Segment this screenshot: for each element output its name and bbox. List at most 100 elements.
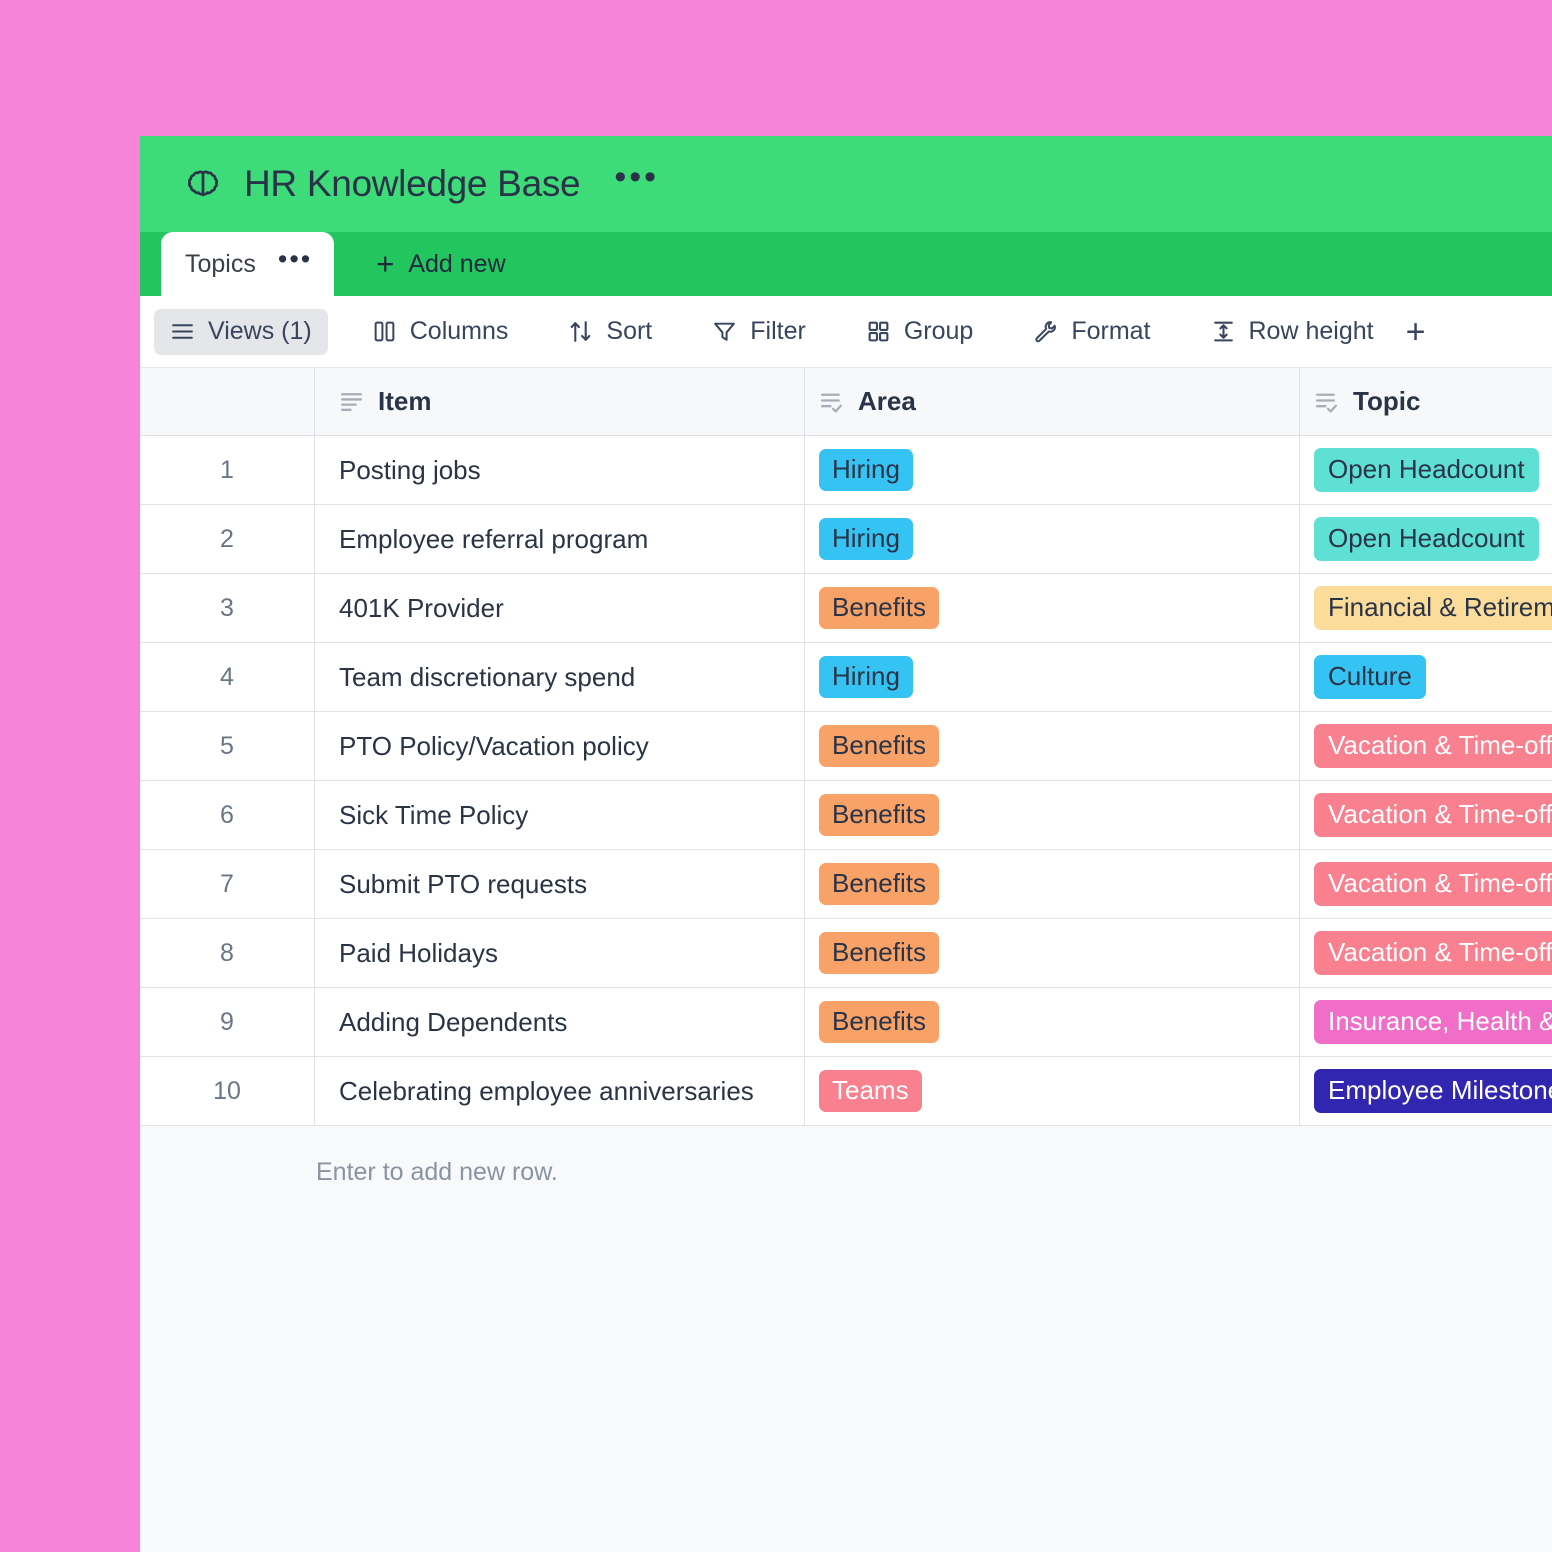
sort-arrows-icon <box>571 321 591 342</box>
cell-topic[interactable]: Employee Milestones <box>1300 1057 1552 1125</box>
table-row[interactable]: 3 401K Provider Benefits Financial & Retire… <box>140 574 1552 643</box>
brain-icon <box>187 170 219 197</box>
table-row[interactable]: 6 Sick Time Policy Benefits Vacation & Time… <box>140 781 1552 850</box>
table-row[interactable]: 5 PTO Policy/Vacation policy Benefits Vacat… <box>140 712 1552 781</box>
row-number: 1 <box>220 455 234 484</box>
app-window: HR Knowledge Base ••• Topics ••• + Add n… <box>140 136 1552 1552</box>
cell-area[interactable]: Benefits <box>805 919 1300 987</box>
tab-topics-more-icon[interactable]: ••• <box>278 246 312 274</box>
table-row[interactable]: 9 Adding Dependents Benefits Insurance, Hea… <box>140 988 1552 1057</box>
topic-tag: Open Headcount <box>1314 517 1539 561</box>
table-row[interactable]: 2 Employee referral program Hiring Open Hea… <box>140 505 1552 574</box>
cell-row-number: 5 <box>140 712 315 780</box>
toolbar-add-button[interactable]: + <box>1396 315 1436 349</box>
column-header-area[interactable]: Area <box>805 368 1300 435</box>
cell-row-number: 9 <box>140 988 315 1056</box>
cell-row-number: 8 <box>140 919 315 987</box>
select-list-icon <box>820 393 843 413</box>
cell-item[interactable]: Team discretionary spend <box>315 643 805 711</box>
cell-topic[interactable]: Vacation & Time-off <box>1300 781 1552 849</box>
cell-item[interactable]: Adding Dependents <box>315 988 805 1056</box>
cell-row-number: 3 <box>140 574 315 642</box>
area-tag: Benefits <box>819 932 939 974</box>
cell-item[interactable]: Sick Time Policy <box>315 781 805 849</box>
column-header-area-label: Area <box>858 386 916 416</box>
cell-item[interactable]: Submit PTO requests <box>315 850 805 918</box>
add-new-tab-button[interactable]: + Add new <box>334 232 529 296</box>
toolbar-views-label: Views (1) <box>208 317 312 345</box>
cell-area[interactable]: Benefits <box>805 712 1300 780</box>
cell-item[interactable]: Employee referral program <box>315 505 805 573</box>
item-text: Submit PTO requests <box>339 868 588 899</box>
table-row[interactable]: 7 Submit PTO requests Benefits Vacation & T… <box>140 850 1552 919</box>
row-number: 2 <box>220 524 234 553</box>
row-number: 4 <box>220 662 234 691</box>
topic-tag: Open Headcount <box>1314 448 1539 492</box>
cell-topic[interactable]: Culture <box>1300 643 1552 711</box>
cell-item[interactable]: Paid Holidays <box>315 919 805 987</box>
cell-topic[interactable]: Open Headcount <box>1300 436 1552 504</box>
topic-tag: Financial & Retirement <box>1314 586 1552 630</box>
add-new-row-hint[interactable]: Enter to add new row. <box>140 1126 1552 1218</box>
toolbar-columns-button[interactable]: Columns <box>356 309 525 355</box>
cell-area[interactable]: Teams <box>805 1057 1300 1125</box>
row-number: 10 <box>213 1076 241 1105</box>
tab-strip: Topics ••• + Add new <box>140 232 1552 296</box>
row-height-icon <box>1213 321 1233 342</box>
toolbar-views-button[interactable]: Views (1) <box>154 308 328 355</box>
toolbar-filter-button[interactable]: Filter <box>696 309 822 355</box>
toolbar-group-button[interactable]: Group <box>850 309 989 355</box>
area-tag: Teams <box>819 1070 922 1112</box>
cell-item[interactable]: 401K Provider <box>315 574 805 642</box>
cell-area[interactable]: Benefits <box>805 988 1300 1056</box>
topic-tag: Vacation & Time-off <box>1314 931 1552 975</box>
column-header-item-label: Item <box>378 386 432 416</box>
cell-area[interactable]: Hiring <box>805 643 1300 711</box>
column-header-item[interactable]: Item <box>315 368 805 435</box>
column-header-topic[interactable]: Topic <box>1300 368 1552 435</box>
cell-topic[interactable]: Vacation & Time-off <box>1300 919 1552 987</box>
toolbar-group-label: Group <box>903 317 974 345</box>
table-row[interactable]: 1 Posting jobs Hiring Open Headcount <box>140 436 1552 505</box>
cell-area[interactable]: Hiring <box>805 436 1300 504</box>
cell-topic[interactable]: Open Headcount <box>1300 505 1552 573</box>
toolbar-format-button[interactable]: Format <box>1017 309 1166 355</box>
cell-row-number: 4 <box>140 643 315 711</box>
cell-area[interactable]: Benefits <box>805 574 1300 642</box>
toolbar-row-height-label: Row height <box>1248 317 1374 345</box>
cell-row-number: 6 <box>140 781 315 849</box>
cell-area[interactable]: Hiring <box>805 505 1300 573</box>
cell-row-number: 7 <box>140 850 315 918</box>
toolbar-sort-button[interactable]: Sort <box>552 309 668 355</box>
data-grid: Item Area Topic 1 Posting jobs Hiring Op… <box>140 368 1552 1552</box>
table-row[interactable]: 10 Celebrating employee anniversaries Team… <box>140 1057 1552 1126</box>
cell-topic[interactable]: Financial & Retirement <box>1300 574 1552 642</box>
cell-item[interactable]: Celebrating employee anniversaries <box>315 1057 805 1125</box>
area-tag: Hiring <box>819 518 913 560</box>
cell-area[interactable]: Benefits <box>805 850 1300 918</box>
tab-topics[interactable]: Topics ••• <box>161 232 335 296</box>
cell-area[interactable]: Benefits <box>805 781 1300 849</box>
column-header-topic-label: Topic <box>1353 386 1421 416</box>
page-title: HR Knowledge Base <box>244 163 581 204</box>
item-text: Celebrating employee anniversaries <box>339 1075 754 1106</box>
cell-row-number: 2 <box>140 505 315 573</box>
cell-topic[interactable]: Vacation & Time-off <box>1300 850 1552 918</box>
cell-item[interactable]: PTO Policy/Vacation policy <box>315 712 805 780</box>
cell-row-number: 1 <box>140 436 315 504</box>
row-number: 9 <box>220 1007 234 1036</box>
grid-squares-icon <box>868 321 889 342</box>
table-row[interactable]: 8 Paid Holidays Benefits Vacation & Time-of… <box>140 919 1552 988</box>
topic-tag: Culture <box>1314 655 1426 699</box>
cell-topic[interactable]: Insurance, Health & Wellness <box>1300 988 1552 1056</box>
table-row[interactable]: 4 Team discretionary spend Hiring Culture <box>140 643 1552 712</box>
cell-item[interactable]: Posting jobs <box>315 436 805 504</box>
columns-icon <box>374 321 395 342</box>
toolbar-row-height-button[interactable]: Row height <box>1195 309 1390 355</box>
plus-icon: + <box>376 245 395 281</box>
title-more-button[interactable]: ••• <box>614 160 659 198</box>
cell-topic[interactable]: Vacation & Time-off <box>1300 712 1552 780</box>
item-text: 401K Provider <box>339 592 504 623</box>
item-text: PTO Policy/Vacation policy <box>339 730 649 761</box>
funnel-icon <box>714 322 736 341</box>
